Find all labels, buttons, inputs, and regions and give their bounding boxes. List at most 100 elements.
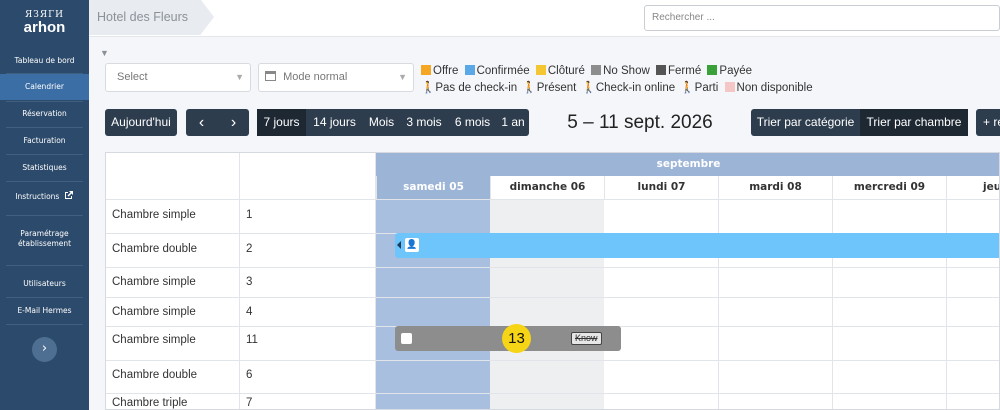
today-button[interactable]: Aujourd'hui [105, 109, 177, 136]
hotel-name: Hotel des Fleurs [97, 10, 189, 24]
legend-guest-status: 🚶Pas de check-in 🚶Présent 🚶Check-in onli… [421, 81, 813, 95]
legend-swatch-confirmee [464, 65, 475, 75]
room-number: 2 [246, 243, 253, 255]
sort-by-category-button[interactable]: Trier par catégorie [751, 109, 860, 136]
room-row[interactable]: Chambre simple 3 [106, 267, 999, 297]
room-number: 1 [246, 209, 253, 221]
room-row[interactable]: Chambre simple 4 [106, 297, 999, 326]
legend-payee: Payée [719, 65, 753, 77]
room-type: Chambre simple [112, 306, 196, 318]
nav-instructions-label: Instructions [15, 192, 60, 201]
expand-sidebar-button[interactable]: › [32, 337, 57, 362]
view-range-group: 7 jours 14 jours Mois 3 mois 6 mois 1 an [257, 109, 529, 136]
room-type: Chambre double [112, 243, 198, 255]
legend-swatch-noshow [591, 65, 602, 75]
room-type: Chambre double [112, 369, 198, 381]
prev-button[interactable]: ‹ [186, 109, 217, 136]
nav-divider [6, 101, 83, 102]
day-header[interactable]: dimanche 06 [490, 176, 604, 199]
view-mois[interactable]: Mois [363, 109, 400, 136]
nav-divider [6, 297, 83, 298]
legend-swatch-non-disponible [724, 82, 735, 92]
room-number: 4 [246, 306, 253, 318]
day-header[interactable]: samedi 05 [376, 176, 490, 199]
day-header[interactable]: lundi 07 [604, 176, 718, 199]
legend-offre: Offre [433, 65, 459, 77]
legend-parti: Parti [694, 82, 719, 94]
room-type: Chambre simple [112, 276, 196, 288]
chevron-down-icon: ▼ [235, 72, 244, 82]
nav-tableau-de-bord[interactable]: Tableau de bord [0, 56, 89, 66]
day-header[interactable]: mercredi 09 [832, 176, 946, 199]
chevron-down-icon: ▼ [398, 72, 407, 82]
nav-utilisateurs[interactable]: Utilisateurs [0, 279, 89, 289]
room-type: Chambre simple [112, 209, 196, 221]
nav-divider [6, 265, 83, 266]
logo[interactable]: ЯЗЯГИ arhon [0, 0, 89, 44]
resize-handle-icon[interactable] [397, 241, 401, 249]
hotel-selector[interactable]: Hotel des Fleurs ▼ [89, 0, 201, 58]
date-range-title: 5 – 11 sept. 2026 [567, 112, 713, 133]
sidebar: ЯЗЯГИ arhon Tableau de bord Calendrier R… [0, 0, 89, 410]
nav-divider [6, 181, 83, 182]
nav-parametrage-line1: Paramétrage [20, 229, 69, 238]
nav-arrows: ‹ › [186, 109, 249, 136]
nav-statistiques[interactable]: Statistiques [0, 163, 89, 173]
person-icon: 🚶 [680, 82, 695, 94]
person-icon: 🚶 [421, 82, 436, 94]
legend-pas-de-checkin: Pas de check-in [435, 82, 518, 94]
calendar-grid: septembre samedi 05 dimanche 06 lundi 07… [105, 152, 1000, 410]
nav-calendrier[interactable]: Calendrier [0, 74, 89, 100]
nav-divider [6, 154, 83, 155]
room-row[interactable]: Chambre triple 7 [106, 393, 999, 409]
legend-non-disponible: Non disponible [736, 82, 813, 94]
next-button[interactable]: › [218, 109, 249, 136]
day-header[interactable]: mardi 08 [718, 176, 832, 199]
nav-parametrage[interactable]: Paramétrage établissement [0, 229, 89, 249]
nav-email-hermes[interactable]: E-Mail Hermes [0, 306, 89, 316]
room-type: Chambre triple [112, 397, 188, 409]
sort-by-room-button[interactable]: Trier par chambre [860, 109, 968, 136]
legend-swatch-payee [707, 65, 718, 75]
room-number: 11 [246, 334, 258, 346]
nav-reservation[interactable]: Réservation [0, 109, 89, 119]
nav-instructions[interactable]: Instructions [0, 190, 89, 202]
day-header[interactable]: jeu [946, 176, 999, 199]
calendar-icon [265, 71, 276, 81]
add-reservation-button[interactable]: + re [976, 109, 1000, 136]
view-14-jours[interactable]: 14 jours [306, 109, 363, 136]
legend-checkin-online: Check-in online [595, 82, 676, 94]
view-1-an[interactable]: 1 an [497, 109, 529, 136]
room-row[interactable]: Chambre simple 1 [106, 199, 999, 233]
month-header: septembre [376, 153, 999, 176]
view-3-mois[interactable]: 3 mois [400, 109, 448, 136]
legend-swatch-cloture [535, 65, 546, 75]
nav-divider [6, 127, 83, 128]
mode-select[interactable]: Mode normal ▼ [258, 63, 414, 92]
legend-ferme: Fermé [667, 65, 702, 77]
room-number: 6 [246, 369, 253, 381]
search-input[interactable]: Rechercher ... [644, 5, 1000, 31]
room-number: 3 [246, 276, 253, 288]
checkbox[interactable] [401, 333, 412, 344]
view-7-jours[interactable]: 7 jours [257, 109, 306, 136]
room-row[interactable]: Chambre double 6 [106, 360, 999, 393]
booking-bar-noshow[interactable]: 13 Know [395, 324, 621, 353]
select-placeholder: Select [117, 71, 148, 83]
mode-value: Mode normal [283, 71, 348, 83]
legend-swatch-offre [421, 65, 431, 75]
select-dropdown[interactable]: Select ▼ [105, 63, 251, 92]
nav-facturation[interactable]: Facturation [0, 136, 89, 146]
legend-confirmee: Confirmée [476, 65, 530, 77]
booking-bar-confirmed[interactable]: 👤 [395, 233, 999, 258]
sort-group: Trier par catégorie Trier par chambre [751, 109, 968, 136]
legend-booking-status: Offre Confirmée Clôturé No Show Fermé Pa… [421, 64, 752, 78]
noshow-tag: Know [571, 332, 602, 345]
legend-present: Présent [536, 82, 577, 94]
room-type: Chambre simple [112, 334, 196, 346]
caret-down-icon: ▼ [100, 48, 109, 58]
chevron-right-icon: › [41, 341, 48, 356]
view-6-mois[interactable]: 6 mois [448, 109, 497, 136]
legend-cloture: Clôturé [547, 65, 585, 77]
person-icon: 🚶 [581, 82, 596, 94]
